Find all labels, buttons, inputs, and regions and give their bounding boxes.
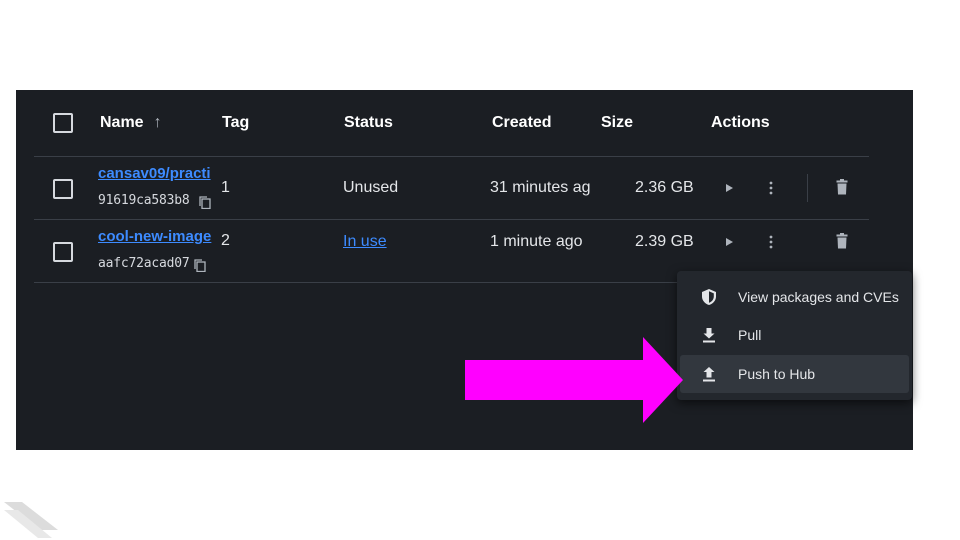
copy-icon[interactable]: [194, 259, 206, 272]
row-checkbox[interactable]: [53, 242, 73, 262]
image-id: aafc72acad07: [98, 256, 190, 271]
row-checkbox[interactable]: [53, 179, 73, 199]
menu-item-label: Push to Hub: [738, 366, 816, 382]
image-status: Unused: [343, 179, 399, 196]
shield-icon: [702, 289, 716, 305]
menu-item-label: Pull: [738, 327, 762, 343]
table-row: cansav09/practi 91619ca583b8 1 Unused 31…: [16, 157, 913, 219]
more-options-icon[interactable]: [768, 234, 774, 250]
image-created: 31 minutes ag: [490, 179, 591, 196]
column-header-actions: Actions: [711, 114, 770, 131]
upload-icon: [703, 367, 715, 382]
menu-item-pull[interactable]: Pull: [680, 316, 909, 354]
annotation-arrow-icon: [465, 337, 683, 423]
run-icon[interactable]: [725, 183, 735, 193]
column-header-tag[interactable]: Tag: [222, 90, 249, 156]
image-size: 2.39 GB: [635, 233, 694, 250]
image-context-menu: View packages and CVEs Pull Push to Hub: [677, 271, 912, 400]
image-created: 1 minute ago: [490, 233, 583, 250]
actions-divider: [807, 174, 808, 202]
image-name-link[interactable]: cansav09/practi: [98, 165, 212, 182]
image-tag: 2: [221, 232, 230, 249]
delete-icon[interactable]: [836, 233, 848, 249]
menu-item-view-packages[interactable]: View packages and CVEs: [680, 278, 909, 316]
sort-ascending-icon[interactable]: ↑: [154, 90, 162, 156]
download-icon: [703, 328, 715, 343]
column-header-name[interactable]: Name ↑: [100, 90, 162, 156]
run-icon[interactable]: [725, 237, 735, 247]
column-header-name-label: Name: [100, 114, 144, 131]
column-header-size[interactable]: Size: [601, 90, 633, 156]
slide-logo-icon: [4, 502, 58, 538]
select-all-checkbox[interactable]: [53, 113, 73, 133]
menu-item-label: View packages and CVEs: [738, 289, 899, 305]
copy-icon[interactable]: [199, 196, 211, 209]
column-header-status[interactable]: Status: [344, 90, 393, 156]
menu-item-push-to-hub[interactable]: Push to Hub: [680, 355, 909, 393]
status-in-use-link[interactable]: In use: [343, 233, 387, 251]
image-name-link[interactable]: cool-new-image: [98, 228, 212, 245]
column-header-created[interactable]: Created: [492, 90, 552, 156]
delete-icon[interactable]: [836, 179, 848, 195]
image-tag: 1: [221, 179, 230, 196]
image-size: 2.36 GB: [635, 179, 694, 196]
more-options-icon[interactable]: [768, 180, 774, 196]
image-id: 91619ca583b8: [98, 193, 190, 208]
